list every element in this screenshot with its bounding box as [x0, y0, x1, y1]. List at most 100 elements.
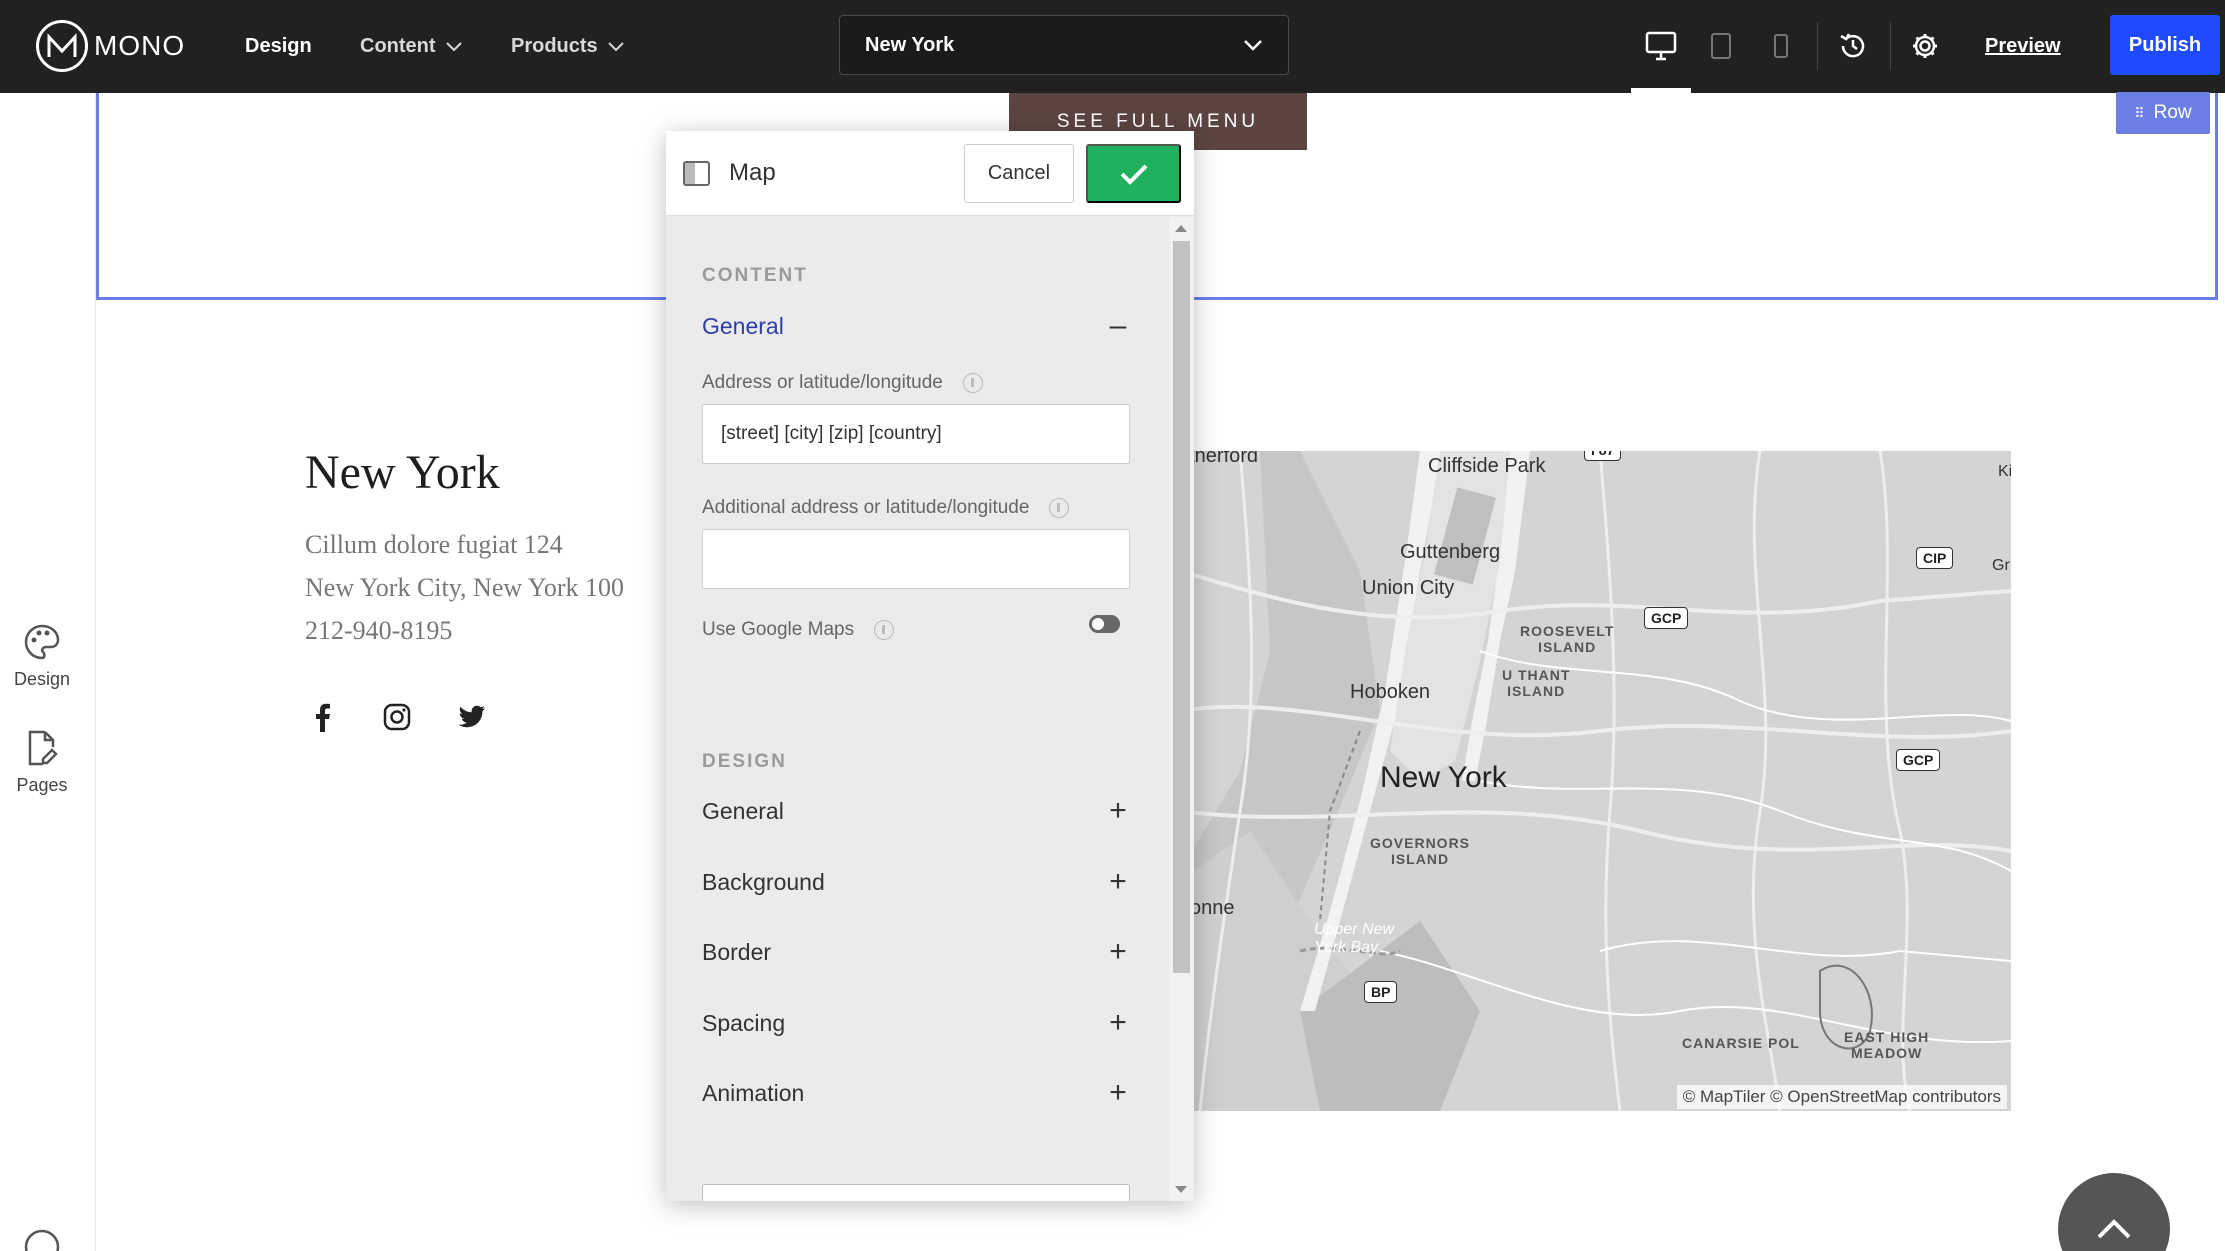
map-label-ki: Ki [1998, 463, 2011, 480]
scroll-up-arrow-icon[interactable] [1175, 225, 1187, 232]
cancel-button[interactable]: Cancel [964, 144, 1074, 203]
additional-address-input[interactable] [702, 529, 1130, 589]
logo-text: MONO [94, 30, 186, 61]
chevron-down-icon [445, 41, 462, 51]
map-shield-i87: I 87 [1584, 451, 1622, 461]
accordion-design-border-label: Border [702, 938, 772, 965]
checkmark-icon [1120, 164, 1147, 185]
panel-layout-icon[interactable] [683, 161, 710, 186]
panel-scrollbar-thumb[interactable] [1173, 241, 1190, 973]
chevron-up-icon [2097, 1219, 2131, 1239]
history-icon[interactable] [1833, 26, 1873, 66]
plus-icon: + [1109, 794, 1127, 827]
page-select-value: New York [865, 33, 955, 56]
minus-icon: – [1109, 309, 1127, 342]
panel-bottom-control[interactable] [702, 1184, 1130, 1201]
map-label-gr: Gr [1992, 557, 2010, 574]
plus-icon: + [1109, 935, 1127, 968]
map-label-upper-new-york-bay: Upper New York Bay [1314, 921, 1395, 956]
location-title: New York [305, 446, 500, 499]
accordion-design-background[interactable]: Background + [702, 865, 1130, 899]
nav-products-label: Products [511, 35, 598, 57]
address-label: Address or latitude/longitude [702, 372, 983, 394]
accordion-content-general[interactable]: General – [702, 309, 1130, 343]
toolbar-separator [1890, 22, 1891, 70]
tablet-view-icon[interactable] [1701, 26, 1741, 66]
map-tiles [1180, 451, 2011, 1111]
map-shield-gcp-1: GCP [1644, 607, 1689, 629]
map-label-cliffside-park: Cliffside Park [1428, 455, 1546, 477]
additional-address-label: Additional address or latitude/longitude [702, 497, 1070, 519]
panel-scrollbar[interactable] [1169, 217, 1194, 1201]
map-label-roosevelt-island: ROOSEVELT ISLAND [1520, 623, 1615, 655]
google-maps-label-text: Use Google Maps [702, 619, 855, 640]
rail-help[interactable] [0, 1228, 84, 1251]
logo-mark-icon [36, 20, 88, 72]
panel-body: CONTENT General – Address or latitude/lo… [666, 217, 1169, 1201]
accordion-design-animation-label: Animation [702, 1079, 805, 1106]
chevron-down-icon [1244, 40, 1262, 51]
twitter-icon[interactable] [455, 700, 489, 734]
scroll-to-top-button[interactable] [2058, 1173, 2170, 1251]
row-badge[interactable]: ⠿ Row [2116, 92, 2210, 134]
page-edit-icon [28, 730, 58, 766]
desktop-view-icon[interactable] [1641, 26, 1681, 66]
panel-title: Map [729, 159, 776, 186]
logo[interactable]: MONO [36, 20, 185, 72]
mobile-view-icon[interactable] [1761, 26, 1801, 66]
map-widget[interactable]: utherford Cliffside Park Guttenberg Unio… [1180, 451, 2011, 1111]
content-section-heading: CONTENT [702, 265, 808, 286]
nav-products[interactable]: Products [511, 0, 624, 93]
row-badge-label: Row [2153, 102, 2192, 123]
accordion-design-general[interactable]: General + [702, 794, 1130, 828]
map-label-union-city: Union City [1362, 577, 1455, 599]
address-label-text: Address or latitude/longitude [702, 372, 943, 393]
map-attribution[interactable]: © MapTiler © OpenStreetMap contributors [1676, 1085, 2007, 1109]
gear-icon[interactable] [1905, 26, 1945, 66]
location-address-line1: Cillum dolore fugiat 124 [305, 530, 563, 559]
instagram-icon[interactable] [380, 700, 414, 734]
accordion-design-animation[interactable]: Animation + [702, 1076, 1130, 1110]
map-label-east-high-meadow: EAST HIGH MEADOW [1844, 1029, 1930, 1061]
plus-icon: + [1109, 1006, 1127, 1039]
info-icon[interactable] [1049, 498, 1070, 518]
nav-content[interactable]: Content [360, 0, 462, 93]
map-settings-panel: Map Cancel CONTENT General – Address or … [666, 131, 1194, 1201]
accordion-design-spacing[interactable]: Spacing + [702, 1006, 1130, 1040]
info-icon[interactable] [874, 620, 895, 640]
plus-icon: + [1109, 1076, 1127, 1109]
address-input[interactable] [702, 404, 1130, 464]
confirm-button[interactable] [1086, 144, 1181, 203]
accordion-content-general-label: General [702, 312, 784, 339]
info-icon[interactable] [962, 373, 983, 393]
nav-design[interactable]: Design [245, 0, 312, 93]
palette-icon [24, 624, 60, 660]
map-label-new-york: New York [1380, 761, 1507, 794]
scroll-down-arrow-icon[interactable] [1175, 1186, 1187, 1193]
left-rail: Design Pages [0, 93, 96, 1251]
location-phone: 212-940-8195 [305, 616, 453, 645]
accordion-design-spacing-label: Spacing [702, 1009, 786, 1036]
rail-design[interactable]: Design [0, 623, 84, 690]
accordion-design-general-label: General [702, 797, 784, 824]
publish-button[interactable]: Publish [2110, 15, 2220, 75]
rail-design-label: Design [13, 669, 71, 689]
toolbar-separator [1817, 22, 1818, 70]
map-label-hoboken: Hoboken [1350, 681, 1431, 703]
top-toolbar: MONO Design Content Products New York Pr… [0, 0, 2225, 93]
help-icon [24, 1229, 60, 1251]
preview-link[interactable]: Preview [1985, 0, 2061, 93]
accordion-design-border[interactable]: Border + [702, 935, 1130, 969]
google-maps-toggle[interactable] [1089, 615, 1120, 633]
nav-design-label: Design [245, 35, 312, 57]
google-maps-label: Use Google Maps [702, 619, 895, 641]
map-shield-bp: BP [1364, 981, 1398, 1003]
accordion-design-background-label: Background [702, 868, 825, 895]
map-shield-cip: CIP [1916, 547, 1954, 569]
chevron-down-icon [607, 41, 624, 51]
rail-pages[interactable]: Pages [0, 729, 84, 796]
facebook-icon[interactable] [305, 700, 339, 734]
page-select[interactable]: New York [839, 15, 1289, 75]
panel-header: Map Cancel [666, 131, 1194, 216]
map-shield-gcp-2: GCP [1896, 749, 1941, 771]
